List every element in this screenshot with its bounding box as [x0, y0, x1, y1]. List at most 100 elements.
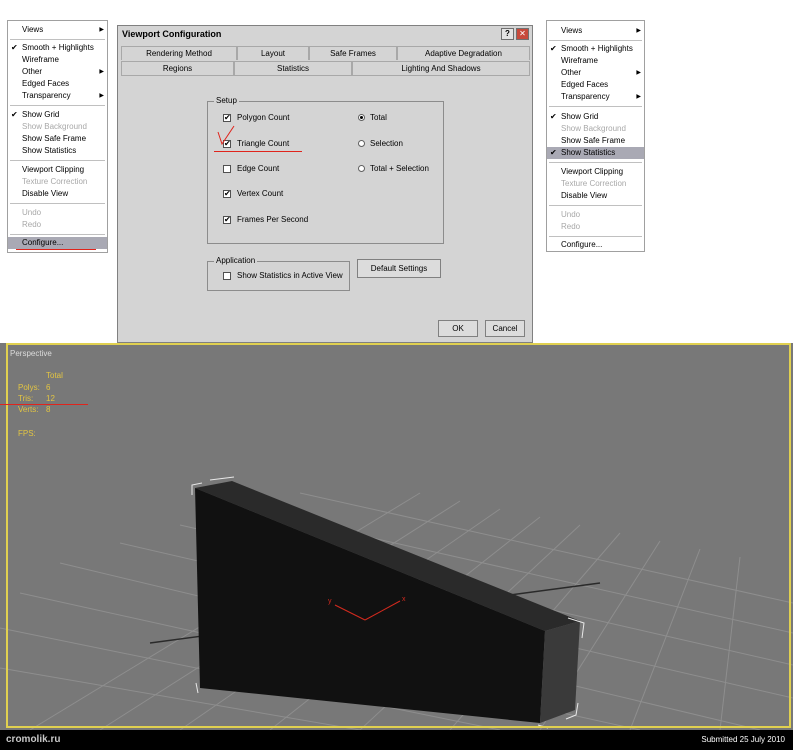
menu-divider — [549, 236, 642, 237]
submitted-date: Submitted 25 July 2010 — [701, 735, 785, 744]
check-icon: ✔ — [11, 43, 18, 52]
default-settings-button[interactable]: Default Settings — [357, 259, 441, 278]
menu-divider — [10, 234, 105, 235]
help-button[interactable]: ? — [501, 28, 514, 40]
menu-item-undo[interactable]: Undo — [8, 207, 107, 219]
menu-item-show-grid[interactable]: ✔ Show Grid — [547, 111, 644, 123]
red-underline — [214, 151, 302, 152]
verts-value: 8 — [46, 405, 51, 414]
tab-adaptive-degradation[interactable]: Adaptive Degradation — [397, 46, 530, 60]
total-selection-radio[interactable] — [358, 165, 365, 172]
tab-layout[interactable]: Layout — [237, 46, 309, 60]
red-underline — [0, 404, 88, 405]
menu-item-views[interactable]: Views ▶ — [547, 25, 644, 37]
viewport-label[interactable]: Perspective — [10, 349, 52, 358]
fps-label: FPS: — [18, 429, 36, 438]
perspective-viewport[interactable]: y x Perspective Total Polys: 6 Tris: 12 … — [0, 343, 793, 730]
tab-rendering-method[interactable]: Rendering Method — [121, 46, 237, 60]
dialog-titlebar[interactable]: Viewport Configuration ? ✕ — [118, 26, 532, 44]
check-icon: ✔ — [550, 112, 557, 121]
menu-item-configure[interactable]: Configure... — [8, 237, 107, 249]
menu-item-show-safe-frame[interactable]: Show Safe Frame — [8, 133, 107, 145]
edge-count-checkbox[interactable] — [223, 165, 231, 173]
submenu-arrow-icon: ▶ — [636, 70, 641, 76]
stats-header: Total — [46, 371, 63, 380]
menu-divider — [10, 203, 105, 204]
menu-item-show-statistics[interactable]: Show Statistics — [8, 145, 107, 157]
vertex-count-checkbox[interactable]: ✔ — [223, 190, 231, 198]
menu-item-viewport-clipping[interactable]: Viewport Clipping — [8, 164, 107, 176]
polygon-count-label: Polygon Count — [237, 113, 290, 122]
menu-item-show-safe-frame[interactable]: Show Safe Frame — [547, 135, 644, 147]
total-radio-label: Total — [370, 113, 387, 122]
frames-per-second-label: Frames Per Second — [237, 215, 309, 224]
menu-item-transparency[interactable]: Transparency ▶ — [547, 91, 644, 103]
menu-item-disable-view[interactable]: Disable View — [547, 190, 644, 202]
verts-label: Verts: — [18, 405, 39, 414]
check-icon: ✔ — [550, 44, 557, 53]
selection-radio-label: Selection — [370, 139, 403, 148]
menu-divider — [549, 40, 642, 41]
menu-divider — [10, 39, 105, 40]
submenu-arrow-icon: ▶ — [99, 69, 104, 75]
menu-item-transparency[interactable]: Transparency ▶ — [8, 90, 107, 102]
setup-group-label: Setup — [214, 96, 239, 105]
menu-item-edged-faces[interactable]: Edged Faces — [547, 79, 644, 91]
menu-item-edged-faces[interactable]: Edged Faces — [8, 78, 107, 90]
menu-item-viewport-clipping[interactable]: Viewport Clipping — [547, 166, 644, 178]
menu-item-views[interactable]: Views ▶ — [8, 24, 107, 36]
polygon-count-checkbox[interactable]: ✔ — [223, 114, 231, 122]
tab-safe-frames[interactable]: Safe Frames — [309, 46, 397, 60]
tris-value: 12 — [46, 394, 55, 403]
menu-item-configure[interactable]: Configure... — [547, 239, 644, 251]
menu-item-show-statistics[interactable]: ✔ Show Statistics — [547, 147, 644, 159]
menu-item-texture-correction[interactable]: Texture Correction — [547, 178, 644, 190]
menu-item-wireframe[interactable]: Wireframe — [8, 54, 107, 66]
show-statistics-active-view-checkbox[interactable] — [223, 272, 231, 280]
vertex-count-label: Vertex Count — [237, 189, 284, 198]
menu-item-wireframe[interactable]: Wireframe — [547, 55, 644, 67]
tab-regions[interactable]: Regions — [121, 61, 234, 75]
edge-count-label: Edge Count — [237, 164, 280, 173]
menu-item-smooth-highlights[interactable]: ✔ Smooth + Highlights — [547, 43, 644, 55]
footer-bar: cromolik.ru Submitted 25 July 2010 — [0, 730, 793, 750]
menu-item-other[interactable]: Other ▶ — [547, 67, 644, 79]
total-radio[interactable] — [358, 114, 365, 121]
viewport-menu-left: Views ▶ ✔ Smooth + Highlights Wireframe Ot… — [7, 20, 108, 253]
application-group-label: Application — [214, 256, 258, 265]
viewport-configuration-dialog: Viewport Configuration ? ✕ Rendering Met… — [117, 25, 533, 343]
help-icon: ? — [505, 29, 510, 38]
selection-radio[interactable] — [358, 140, 365, 147]
submenu-arrow-icon: ▶ — [636, 94, 641, 100]
menu-item-show-grid[interactable]: ✔ Show Grid — [8, 109, 107, 121]
menu-item-disable-view[interactable]: Disable View — [8, 188, 107, 200]
menu-divider — [10, 105, 105, 106]
triangle-count-label: Triangle Count — [237, 139, 290, 148]
submenu-arrow-icon: ▶ — [99, 27, 104, 33]
menu-divider — [549, 205, 642, 206]
cancel-button[interactable]: Cancel — [485, 320, 525, 337]
menu-item-undo[interactable]: Undo — [547, 209, 644, 221]
close-icon: ✕ — [519, 29, 526, 38]
menu-item-smooth-highlights[interactable]: ✔ Smooth + Highlights — [8, 42, 107, 54]
menu-item-show-background[interactable]: Show Background — [8, 121, 107, 133]
frames-per-second-checkbox[interactable]: ✔ — [223, 216, 231, 224]
menu-item-redo[interactable]: Redo — [547, 221, 644, 233]
menu-item-redo[interactable]: Redo — [8, 219, 107, 231]
polys-value: 6 — [46, 383, 51, 392]
menu-item-other[interactable]: Other ▶ — [8, 66, 107, 78]
polys-label: Polys: — [18, 383, 40, 392]
tab-panel-border — [121, 75, 530, 76]
check-icon: ✔ — [11, 110, 18, 119]
tab-statistics[interactable]: Statistics — [234, 61, 352, 75]
submenu-arrow-icon: ▶ — [636, 28, 641, 34]
red-underline — [16, 249, 96, 250]
ok-button[interactable]: OK — [438, 320, 478, 337]
menu-item-show-background[interactable]: Show Background — [547, 123, 644, 135]
menu-item-texture-correction[interactable]: Texture Correction — [8, 176, 107, 188]
close-button[interactable]: ✕ — [516, 28, 529, 40]
tab-lighting-and-shadows[interactable]: Lighting And Shadows — [352, 61, 530, 75]
submenu-arrow-icon: ▶ — [99, 93, 104, 99]
menu-divider — [549, 106, 642, 107]
show-statistics-active-view-label: Show Statistics in Active View — [237, 271, 343, 280]
